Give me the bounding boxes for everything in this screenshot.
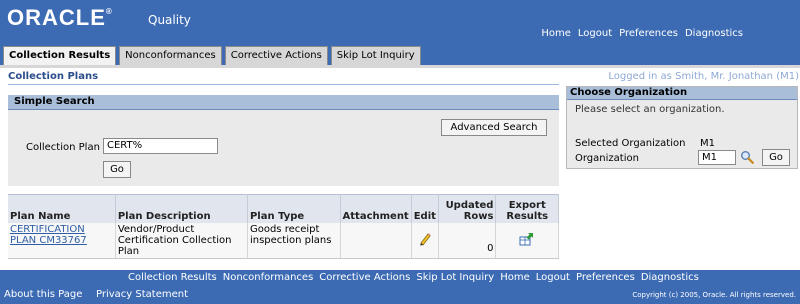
footer-link-preferences[interactable]: Preferences	[576, 272, 635, 283]
footer-link-home[interactable]: Home	[500, 272, 530, 283]
global-links: Home Logout Preferences Diagnostics	[541, 28, 743, 39]
choose-organization-panel: Choose Organization Please select an org…	[566, 86, 798, 169]
tab-skip-lot-inquiry[interactable]: Skip Lot Inquiry	[330, 46, 421, 66]
column-header-plan-type[interactable]: Plan Type	[247, 194, 341, 223]
logged-in-prefix: Logged in as	[608, 71, 672, 82]
footer-links: Collection Results Nonconformances Corre…	[128, 272, 699, 283]
simple-search-region: Simple Search Advanced Search Collection…	[8, 95, 559, 186]
footer-link-collection-results[interactable]: Collection Results	[128, 272, 217, 283]
collection-plan-input[interactable]: CERT%	[103, 138, 218, 154]
app-name: Quality	[148, 13, 191, 27]
oracle-logo: ORACLE®	[7, 5, 113, 31]
column-header-plan-name[interactable]: Plan Name	[8, 194, 116, 223]
footer-link-nonconformances[interactable]: Nonconformances	[223, 272, 314, 283]
column-header-updated-rows: Updated Rows	[438, 194, 497, 223]
plan-description-cell: Vendor/Product Certification Collection …	[115, 222, 248, 259]
tab-corrective-actions[interactable]: Corrective Actions	[224, 46, 328, 66]
global-link-preferences[interactable]: Preferences	[619, 28, 678, 39]
selected-organization-value: M1	[700, 138, 715, 149]
logged-in-status: Logged in as Smith, Mr. Jonathan (M1)	[608, 71, 799, 82]
export-cell	[495, 222, 559, 259]
tab-bar: Collection Results Nonconformances Corre…	[0, 46, 800, 67]
column-header-export-results: Export Results	[495, 194, 559, 223]
privacy-statement-link[interactable]: Privacy Statement	[96, 289, 188, 300]
organization-go-button[interactable]: Go	[762, 149, 790, 166]
about-page-link[interactable]: About this Page	[4, 289, 82, 300]
collection-plans-table: Plan Name Plan Description Plan Type Att…	[8, 194, 559, 259]
collection-plan-label: Collection Plan	[26, 142, 100, 153]
global-link-diagnostics[interactable]: Diagnostics	[685, 28, 743, 39]
logo-mark: ®	[105, 7, 113, 16]
footer-bottom: About this Page Privacy Statement Copyri…	[0, 286, 800, 304]
table-header-row: Plan Name Plan Description Plan Type Att…	[8, 194, 559, 223]
footer-link-logout[interactable]: Logout	[536, 272, 570, 283]
footer-link-skip-lot-inquiry[interactable]: Skip Lot Inquiry	[416, 272, 494, 283]
tab-strip	[0, 65, 800, 68]
pencil-icon[interactable]	[418, 232, 432, 246]
footer-link-bar: Collection Results Nonconformances Corre…	[0, 270, 800, 286]
global-link-home[interactable]: Home	[541, 28, 571, 39]
page-title: Collection Plans	[8, 71, 99, 82]
updated-rows-cell: 0	[438, 222, 497, 259]
plan-name-link[interactable]: CERTIFICATION PLAN CM33767	[8, 222, 116, 259]
footer-link-corrective-actions[interactable]: Corrective Actions	[319, 272, 410, 283]
column-header-edit: Edit	[411, 194, 439, 223]
organization-message: Please select an organization.	[575, 104, 725, 115]
organization-input[interactable]: M1	[698, 150, 736, 165]
edit-cell	[411, 222, 439, 259]
tab-collection-results[interactable]: Collection Results	[3, 46, 117, 67]
table-row: CERTIFICATION PLAN CM33767 Vendor/Produc…	[8, 222, 559, 259]
logo-text: ORACLE	[7, 5, 106, 30]
column-header-attachment: Attachment	[340, 194, 412, 223]
tab-nonconformances[interactable]: Nonconformances	[119, 46, 222, 66]
simple-search-header: Simple Search	[8, 95, 559, 110]
search-go-button[interactable]: Go	[103, 161, 131, 178]
search-icon[interactable]	[740, 150, 754, 164]
global-link-logout[interactable]: Logout	[578, 28, 612, 39]
selected-organization-label: Selected Organization	[575, 138, 686, 149]
copyright-text: Copyright (c) 2005, Oracle. All rights r…	[632, 291, 796, 299]
footer-link-diagnostics[interactable]: Diagnostics	[641, 272, 699, 283]
column-header-plan-description[interactable]: Plan Description	[115, 194, 248, 223]
plan-type-cell: Goods receipt inspection plans	[247, 222, 341, 259]
title-divider	[8, 84, 559, 85]
app-header: ORACLE® Quality Home Logout Preferences …	[0, 0, 800, 46]
organization-label: Organization	[575, 153, 639, 164]
user-name: Smith, Mr. Jonathan (M1)	[675, 71, 799, 82]
export-icon[interactable]	[519, 232, 535, 246]
choose-organization-header: Choose Organization	[567, 87, 797, 100]
attachment-cell	[340, 222, 412, 259]
advanced-search-button[interactable]: Advanced Search	[441, 119, 547, 136]
